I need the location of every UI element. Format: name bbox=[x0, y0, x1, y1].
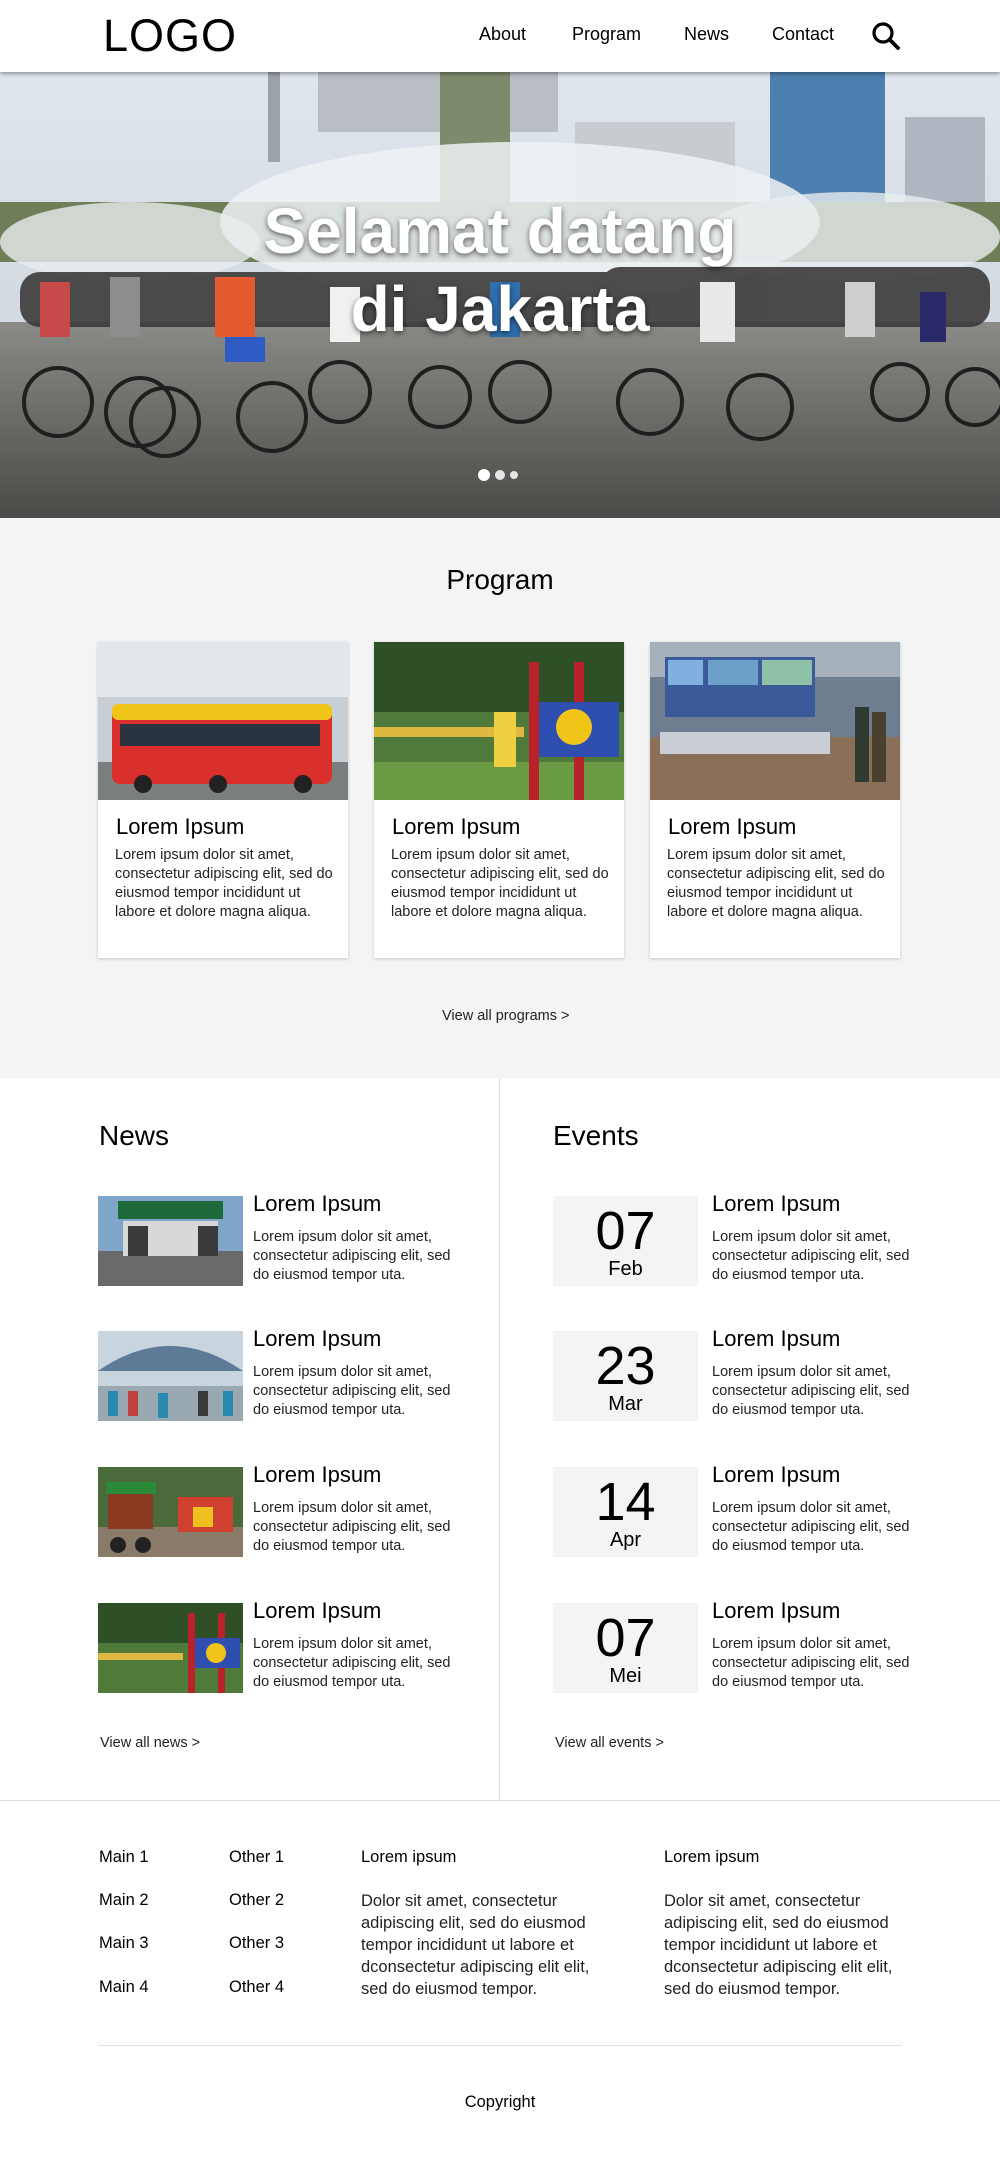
event-month: Apr bbox=[609, 1529, 642, 1551]
news-title: News bbox=[99, 1120, 170, 1151]
event-day: 14 bbox=[595, 1472, 656, 1532]
view-all-events-link[interactable]: View all events > bbox=[555, 1735, 664, 1751]
event-date: 07 Mei bbox=[553, 1603, 698, 1693]
event-date: 14 Apr bbox=[553, 1467, 698, 1557]
carousel-dots bbox=[478, 469, 518, 481]
news-item-title: Lorem Ipsum bbox=[253, 1598, 382, 1623]
news-item[interactable]: Lorem Ipsum Lorem ipsum dolor sit amet, … bbox=[98, 1462, 458, 1559]
nav-news[interactable]: News bbox=[684, 24, 729, 45]
hero-title: Selamat datang di Jakarta bbox=[0, 192, 1000, 348]
hero-title-line2: di Jakarta bbox=[350, 273, 650, 345]
event-item-title: Lorem Ipsum bbox=[712, 1191, 841, 1216]
news-thumb-station bbox=[98, 1331, 243, 1421]
site-header: LOGO About Program News Contact bbox=[0, 0, 1000, 72]
carousel-dot-3[interactable] bbox=[510, 471, 518, 479]
event-item[interactable]: 07 Feb Lorem Ipsum Lorem ipsum dolor sit… bbox=[553, 1191, 913, 1288]
footer-col2-heading: Lorem ipsum bbox=[664, 1848, 760, 1866]
nav-program[interactable]: Program bbox=[572, 24, 641, 45]
footer-main-link-1[interactable]: Main 1 bbox=[99, 1848, 149, 1867]
news-thumb-market bbox=[98, 1467, 243, 1557]
news-item-text: Lorem ipsum dolor sit amet, consectetur … bbox=[253, 1229, 451, 1283]
news-item-title: Lorem Ipsum bbox=[253, 1462, 382, 1487]
event-item-title: Lorem Ipsum bbox=[712, 1598, 841, 1623]
news-item[interactable]: Lorem Ipsum Lorem ipsum dolor sit amet, … bbox=[98, 1326, 458, 1423]
footer-col2-text: Dolor sit amet, consectetur adipiscing e… bbox=[664, 1892, 893, 1998]
event-month: Feb bbox=[608, 1258, 643, 1280]
program-card-image-bus bbox=[98, 642, 348, 800]
event-item[interactable]: 23 Mar Lorem Ipsum Lorem ipsum dolor sit… bbox=[553, 1326, 913, 1423]
footer-main-link-4[interactable]: Main 4 bbox=[99, 1978, 149, 1997]
program-card-text: Lorem ipsum dolor sit amet, consectetur … bbox=[391, 847, 609, 920]
footer-col1-text: Dolor sit amet, consectetur adipiscing e… bbox=[361, 1892, 590, 1998]
news-thumb-playground bbox=[98, 1603, 243, 1693]
event-month: Mei bbox=[609, 1665, 642, 1687]
program-card[interactable]: Lorem Ipsum Lorem ipsum dolor sit amet, … bbox=[374, 642, 624, 958]
logo[interactable]: LOGO bbox=[103, 10, 237, 62]
news-item[interactable]: Lorem Ipsum Lorem ipsum dolor sit amet, … bbox=[98, 1598, 458, 1695]
footer-main-link-2[interactable]: Main 2 bbox=[99, 1891, 149, 1910]
copyright: Copyright bbox=[464, 2093, 536, 2111]
footer-other-link-1[interactable]: Other 1 bbox=[229, 1848, 284, 1867]
hero-banner: Selamat datang di Jakarta bbox=[0, 72, 1000, 518]
carousel-dot-1[interactable] bbox=[478, 469, 490, 481]
events-title: Events bbox=[553, 1120, 639, 1151]
event-date: 23 Mar bbox=[553, 1331, 698, 1421]
program-card-text: Lorem ipsum dolor sit amet, consectetur … bbox=[115, 847, 333, 920]
news-item-title: Lorem Ipsum bbox=[253, 1326, 382, 1351]
nav-about[interactable]: About bbox=[479, 24, 526, 45]
event-month: Mar bbox=[608, 1393, 643, 1415]
nav-contact[interactable]: Contact bbox=[772, 24, 834, 45]
program-card-title: Lorem Ipsum bbox=[392, 814, 521, 839]
footer-divider bbox=[0, 1800, 1000, 1801]
program-card[interactable]: Lorem Ipsum Lorem ipsum dolor sit amet, … bbox=[98, 642, 348, 958]
news-item-text: Lorem ipsum dolor sit amet, consectetur … bbox=[253, 1636, 451, 1690]
program-card-title: Lorem Ipsum bbox=[116, 814, 245, 839]
hero-title-line1: Selamat datang bbox=[263, 195, 737, 267]
program-card-image-control-room bbox=[650, 642, 900, 800]
column-divider bbox=[499, 1078, 500, 1800]
event-item-title: Lorem Ipsum bbox=[712, 1462, 841, 1487]
footer-other-link-3[interactable]: Other 3 bbox=[229, 1934, 284, 1953]
event-day: 07 bbox=[595, 1608, 656, 1668]
news-item-text: Lorem ipsum dolor sit amet, consectetur … bbox=[253, 1364, 451, 1418]
news-thumb-gate bbox=[98, 1196, 243, 1286]
program-card[interactable]: Lorem Ipsum Lorem ipsum dolor sit amet, … bbox=[650, 642, 900, 958]
event-item[interactable]: 14 Apr Lorem Ipsum Lorem ipsum dolor sit… bbox=[553, 1462, 913, 1559]
program-card-text: Lorem ipsum dolor sit amet, consectetur … bbox=[667, 847, 885, 920]
footer-other-link-4[interactable]: Other 4 bbox=[229, 1978, 284, 1997]
event-day: 23 bbox=[595, 1336, 656, 1396]
event-item-text: Lorem ipsum dolor sit amet, consectetur … bbox=[712, 1229, 910, 1283]
footer-main-link-3[interactable]: Main 3 bbox=[99, 1934, 149, 1953]
view-all-news-link[interactable]: View all news > bbox=[100, 1735, 200, 1751]
search-icon[interactable] bbox=[870, 20, 902, 52]
program-card-title: Lorem Ipsum bbox=[668, 814, 797, 839]
event-item-text: Lorem ipsum dolor sit amet, consectetur … bbox=[712, 1636, 910, 1690]
program-title: Program bbox=[446, 564, 554, 595]
event-item-text: Lorem ipsum dolor sit amet, consectetur … bbox=[712, 1500, 910, 1554]
footer-other-link-2[interactable]: Other 2 bbox=[229, 1891, 284, 1910]
program-section: Program Lorem Ipsum Lorem ipsum dolor si… bbox=[0, 518, 1000, 1078]
event-day: 07 bbox=[595, 1201, 656, 1261]
program-card-image-playground bbox=[374, 642, 624, 800]
event-item[interactable]: 07 Mei Lorem Ipsum Lorem ipsum dolor sit… bbox=[553, 1598, 913, 1695]
event-date: 07 Feb bbox=[553, 1196, 698, 1286]
view-all-programs-link[interactable]: View all programs > bbox=[442, 1008, 569, 1024]
event-item-text: Lorem ipsum dolor sit amet, consectetur … bbox=[712, 1364, 910, 1418]
carousel-dot-2[interactable] bbox=[495, 470, 505, 480]
footer-col1-heading: Lorem ipsum bbox=[361, 1848, 457, 1866]
event-item-title: Lorem Ipsum bbox=[712, 1326, 841, 1351]
news-item-text: Lorem ipsum dolor sit amet, consectetur … bbox=[253, 1500, 451, 1554]
footer-rule bbox=[98, 2045, 902, 2046]
news-item-title: Lorem Ipsum bbox=[253, 1191, 382, 1216]
news-item[interactable]: Lorem Ipsum Lorem ipsum dolor sit amet, … bbox=[98, 1191, 458, 1288]
